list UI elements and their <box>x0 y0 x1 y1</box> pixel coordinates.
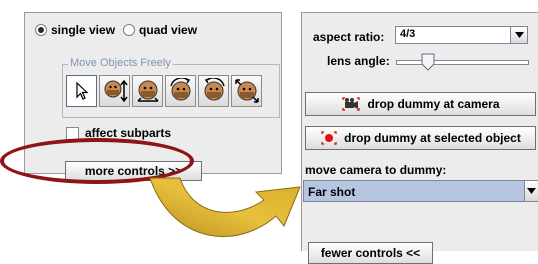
rotate-tool-button[interactable] <box>165 75 196 107</box>
view-mode-row: single view quad view <box>35 23 205 37</box>
aspect-ratio-value: 4/3 <box>400 28 416 40</box>
scale-tool-button[interactable] <box>231 75 262 107</box>
single-view-label[interactable]: single view <box>51 23 115 37</box>
move-icon <box>136 80 159 102</box>
more-controls-button[interactable]: more controls >> <box>65 161 202 181</box>
move-vertical-icon <box>104 79 128 103</box>
affect-subparts-row: affect subparts <box>66 126 171 140</box>
shot-dropdown-button[interactable] <box>524 181 538 201</box>
chevron-down-icon <box>527 188 536 194</box>
affect-subparts-label[interactable]: affect subparts <box>85 126 171 140</box>
drop-dummy-at-selected-label: drop dummy at selected object <box>344 131 521 145</box>
move-vertical-tool-button[interactable] <box>99 75 130 107</box>
quad-view-radio[interactable] <box>123 24 136 36</box>
tool-row <box>66 75 264 107</box>
quad-view-label[interactable]: quad view <box>139 23 197 37</box>
affect-subparts-checkbox[interactable] <box>66 126 79 140</box>
aspect-ratio-dropdown-button[interactable] <box>510 27 527 43</box>
lens-angle-slider-thumb[interactable] <box>421 53 435 71</box>
aspect-ratio-select[interactable]: 4/3 <box>395 26 528 44</box>
shot-select[interactable]: Far shot <box>303 180 538 202</box>
fewer-controls-button[interactable]: fewer controls << <box>308 242 433 264</box>
scale-icon <box>234 79 259 103</box>
drop-dummy-at-selected-button[interactable]: drop dummy at selected object <box>305 126 536 150</box>
single-view-radio[interactable] <box>35 24 47 36</box>
camera-icon <box>341 96 361 112</box>
rotate-icon <box>204 78 225 101</box>
lens-angle-label: lens angle: <box>327 54 390 68</box>
rotate-alt-tool-button[interactable] <box>198 75 229 107</box>
drop-dummy-at-camera-label: drop dummy at camera <box>367 97 500 111</box>
drop-dummy-at-camera-button[interactable]: drop dummy at camera <box>305 92 536 116</box>
rotate-icon <box>169 78 190 101</box>
advanced-controls-panel: aspect ratio: 4/3 lens angle: drop dummy… <box>301 12 538 264</box>
move-camera-label: move camera to dummy: <box>305 163 447 177</box>
chevron-down-icon <box>514 32 524 38</box>
select-tool-button[interactable] <box>66 75 97 107</box>
lens-angle-slider-track[interactable] <box>396 60 529 65</box>
basic-controls-panel: single view quad view Move Objects Freel… <box>24 12 282 181</box>
move-objects-group-title: Move Objects Freely <box>68 57 173 69</box>
target-dot-icon <box>320 130 338 146</box>
select-arrow-icon <box>75 81 89 100</box>
aspect-ratio-label: aspect ratio: <box>313 30 385 44</box>
move-tool-button[interactable] <box>132 75 163 107</box>
move-objects-group: Move Objects Freely <box>62 57 280 118</box>
shot-value: Far shot <box>308 185 356 199</box>
